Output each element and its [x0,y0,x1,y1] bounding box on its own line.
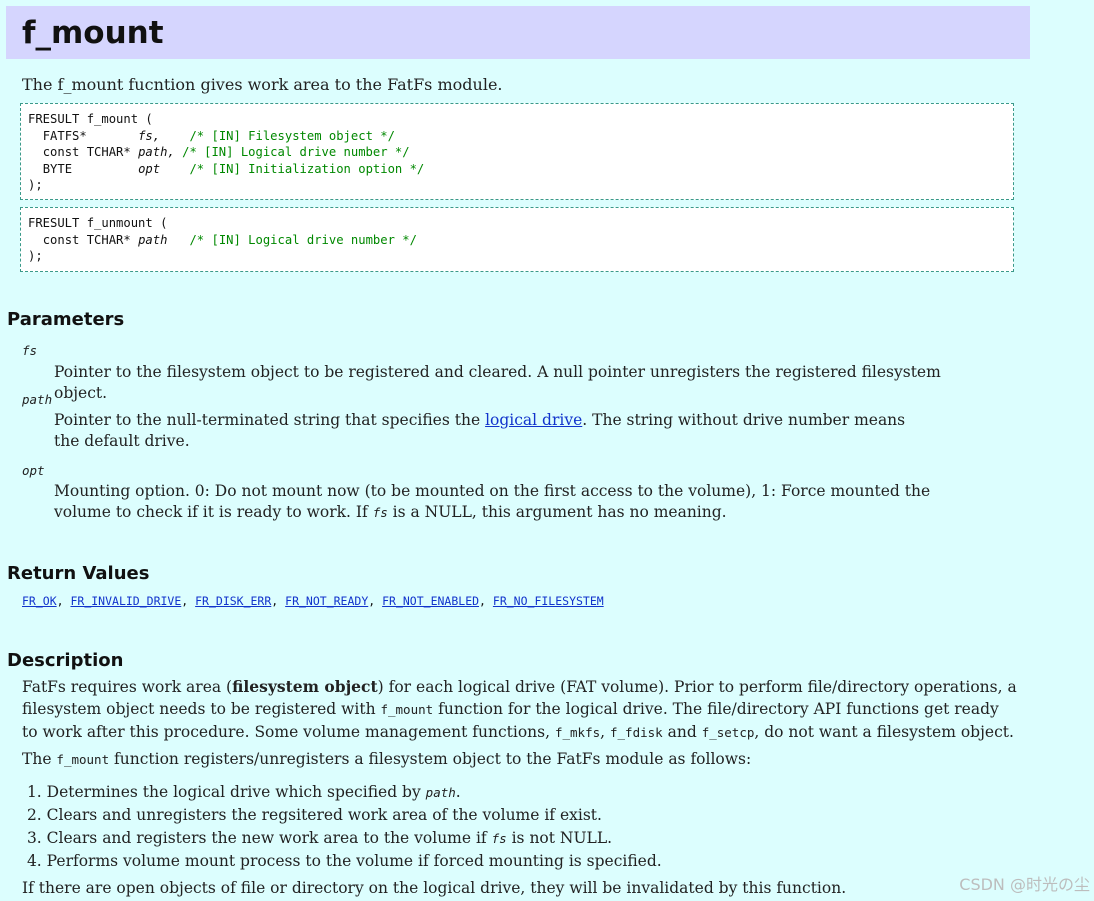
logical-drive-link[interactable]: logical drive [485,411,582,429]
param-fs-desc: Pointer to the filesystem object to be r… [54,363,941,402]
code-line: ); [28,178,43,192]
return-value-link[interactable]: FR_OK [22,594,57,608]
separator: , [368,594,383,608]
code-f-mount: f_mount [56,752,110,767]
code-type: const TCHAR* [42,232,131,247]
return-value-link[interactable]: FR_NOT_READY [285,594,368,608]
code-line: ); [28,249,43,263]
desc-text: The [22,750,57,768]
list-number: 2. [26,806,42,825]
list-text: . [455,783,461,801]
code-path: path [425,785,456,800]
list-text: Clears and registers the new work area t… [46,828,492,847]
code-arg: path, [138,145,175,159]
return-value-link[interactable]: FR_DISK_ERR [195,594,271,608]
procedure-list: 1. Determines the logical drive which sp… [22,781,662,872]
separator: , [479,594,493,608]
return-value-link[interactable]: FR_NO_FILESYSTEM [493,594,604,608]
separator: , [181,594,196,608]
list-item: 2. Clears and unregisters the regsitered… [22,804,662,826]
return-values-list: FR_OK, FR_INVALID_DRIVE, FR_DISK_ERR, FR… [22,594,604,608]
return-value-link[interactable]: FR_NOT_ENABLED [382,594,479,608]
list-item: 4. Performs volume mount process to the … [22,850,662,872]
list-item: 3. Clears and registers the new work are… [22,827,662,850]
list-text: Clears and unregisters the regsitered wo… [46,806,602,825]
parameters-heading: Parameters [7,309,125,330]
desc-text: , do not want a filesystem object. [754,723,1014,741]
code-f-mkfs: f_mkfs [554,725,601,740]
list-text: Determines the logical drive which speci… [46,783,426,801]
param-fs-name: fs [22,343,38,358]
list-text: Performs volume mount process to the vol… [46,851,662,870]
separator: , [271,594,286,608]
description-heading: Description [7,650,124,671]
code-f-fdisk: f_fdisk [610,725,663,740]
list-text: is not NULL. [506,828,613,847]
param-path-text: Pointer to the null-terminated string th… [54,411,486,429]
code-fs: fs [372,505,388,520]
param-opt-desc: Mounting option. 0: Do not mount now (to… [54,481,984,523]
description-paragraph-3: If there are open objects of file or dir… [22,879,847,897]
code-type: FATFS* [42,128,131,143]
f-unmount-prototype: FRESULT f_unmount ( const TCHAR* path /*… [20,207,1014,272]
code-arg: path [138,232,183,247]
f-mount-prototype: FRESULT f_mount ( FATFS* fs, /* [IN] Fil… [20,103,1014,200]
desc-text: and [662,723,702,741]
return-values-heading: Return Values [7,563,150,584]
code-comment: /* [IN] Filesystem object */ [189,128,395,143]
code-arg: fs, [138,128,183,143]
code-arg: opt [138,161,183,176]
param-opt-text: is a NULL, this argument has no meaning. [387,503,727,521]
page-title: f_mount [22,15,164,51]
code-f-mount: f_mount [380,702,434,717]
desc-text: FatFs requires work area ( [22,678,233,696]
code-line: FRESULT f_mount ( [28,112,153,126]
code-type: const TCHAR* [42,145,131,159]
desc-text: function registers/unregisters a filesys… [109,750,752,768]
code-comment: /* [IN] Logical drive number */ [189,232,417,247]
desc-text: , [600,723,610,741]
separator: , [56,594,71,608]
param-path-name: path [22,392,53,407]
title-bar: f_mount [6,6,1030,59]
list-item: 1. Determines the logical drive which sp… [22,781,662,804]
description-paragraph-1: FatFs requires work area (filesystem obj… [22,676,1017,744]
watermark: CSDN @时光の尘 [959,875,1090,894]
param-path-desc: Pointer to the null-terminated string th… [54,410,934,452]
param-opt-name: opt [22,463,45,478]
code-type: BYTE [42,161,131,176]
code-comment: /* [IN] Initialization option */ [189,161,425,176]
abstract-text: The f_mount fucntion gives work area to … [22,75,503,94]
list-number: 3. [26,828,42,847]
return-value-link[interactable]: FR_INVALID_DRIVE [70,594,181,608]
code-line: FRESULT f_unmount ( [28,216,168,230]
list-number: 1. [26,783,42,801]
list-number: 4. [26,851,42,870]
code-f-setcp: f_setcp [701,725,755,740]
code-comment: /* [IN] Logical drive number */ [182,145,410,159]
description-paragraph-2: The f_mount function registers/unregiste… [22,748,1022,771]
code-fs: fs [491,830,507,846]
desc-bold: filesystem object [232,677,378,696]
